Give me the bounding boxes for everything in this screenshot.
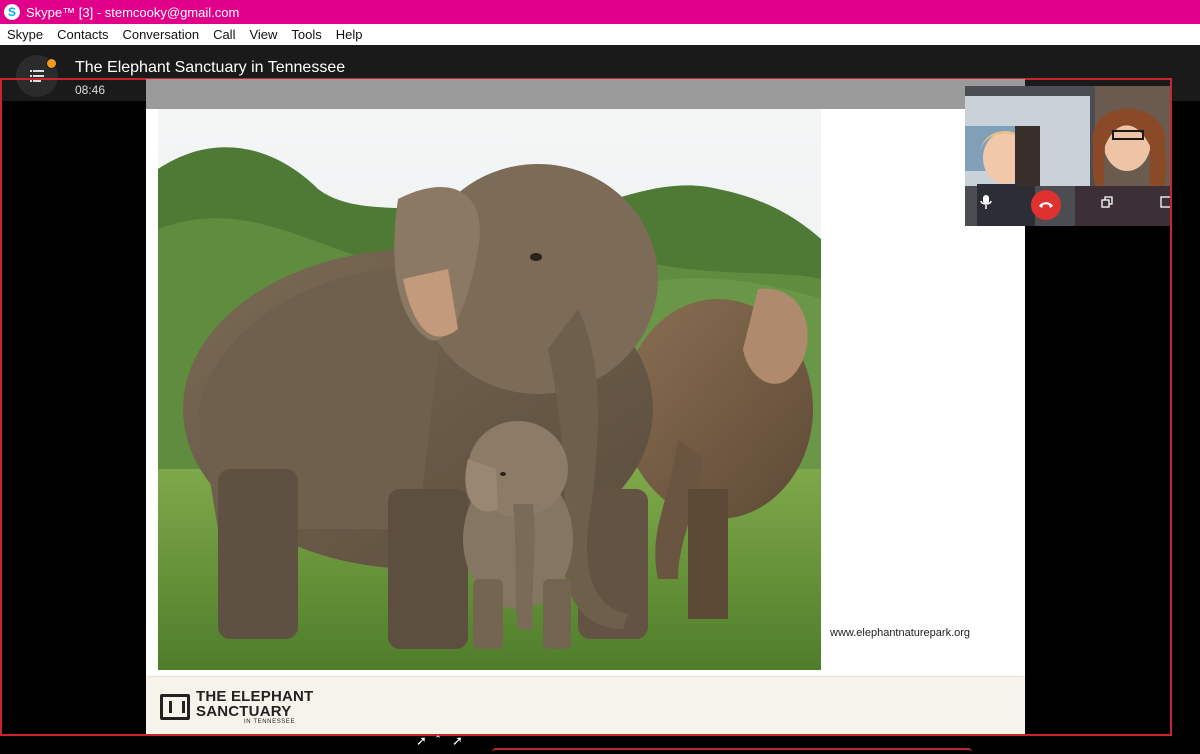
mute-microphone-button[interactable] xyxy=(975,191,997,213)
call-title: The Elephant Sanctuary in Tennessee xyxy=(75,59,346,76)
menu-help[interactable]: Help xyxy=(329,24,370,45)
logo-line-1: THE ELEPHANT xyxy=(196,688,314,705)
elephant-family-photo xyxy=(158,109,821,670)
slide-footer: THE ELEPHANT SANCTUARY IN TENNESSEE xyxy=(146,676,1025,734)
popout-video-button[interactable] xyxy=(1096,191,1118,213)
fullscreen-button[interactable] xyxy=(1155,191,1170,213)
notification-dot xyxy=(46,58,57,69)
menu-view[interactable]: View xyxy=(242,24,284,45)
shared-slide: www.elephantnaturepark.org THE ELEPHANT … xyxy=(146,79,1025,734)
sanctuary-logo-mark-icon xyxy=(160,694,190,720)
end-call-icon xyxy=(1039,202,1053,208)
cursor-icon: ˆ xyxy=(436,733,441,748)
logo-line-2: SANCTUARY xyxy=(196,703,292,720)
window-titlebar: S Skype™ [3] - stemcooky@gmail.com xyxy=(0,0,1200,24)
skype-logo-icon: S xyxy=(4,4,20,20)
photo-credit: www.elephantnaturepark.org xyxy=(830,627,971,639)
logo-line-3: IN TENNESSEE xyxy=(244,719,296,725)
menu-bar: Skype Contacts Conversation Call View To… xyxy=(0,24,1200,45)
sanctuary-logo: THE ELEPHANT SANCTUARY IN TENNESSEE xyxy=(160,689,313,725)
popout-icon xyxy=(1101,196,1113,208)
sanctuary-logo-text: THE ELEPHANT SANCTUARY IN TENNESSEE xyxy=(196,689,313,725)
call-area: The Elephant Sanctuary in Tennessee 08:4… xyxy=(0,45,1200,753)
elephant-photo-image xyxy=(158,109,821,670)
menu-call[interactable]: Call xyxy=(206,24,242,45)
menu-skype[interactable]: Skype xyxy=(0,24,50,45)
end-call-button[interactable] xyxy=(1031,190,1061,220)
window-title: Skype™ [3] - stemcooky@gmail.com xyxy=(26,4,240,20)
cursor-icon: ➚ xyxy=(416,733,427,748)
menu-contacts[interactable]: Contacts xyxy=(50,24,115,45)
self-video-preview[interactable] xyxy=(965,86,1170,226)
slide-top-bar xyxy=(146,79,1025,109)
fullscreen-icon xyxy=(1160,196,1170,208)
microphone-icon xyxy=(980,195,992,209)
menu-conversation[interactable]: Conversation xyxy=(115,24,206,45)
menu-tools[interactable]: Tools xyxy=(284,24,328,45)
cursor-icon: ➚ xyxy=(452,733,463,748)
bottom-panel-edge xyxy=(492,748,972,754)
